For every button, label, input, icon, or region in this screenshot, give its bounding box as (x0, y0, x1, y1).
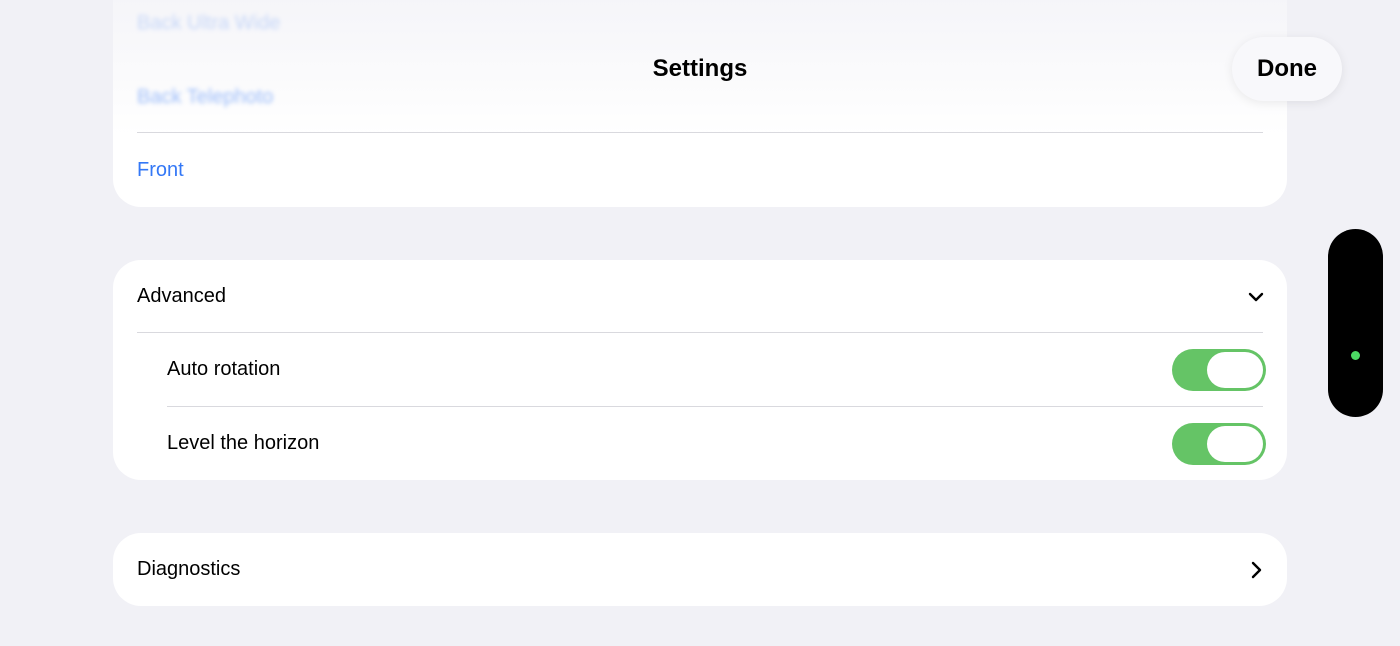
auto-rotation-toggle[interactable] (1172, 349, 1266, 391)
toggle-knob (1207, 426, 1263, 462)
chevron-down-icon[interactable] (1245, 286, 1267, 308)
level-horizon-label: Level the horizon (167, 432, 320, 454)
level-horizon-toggle[interactable] (1172, 423, 1266, 465)
camera-option-label: Back Ultra Wide (137, 11, 281, 34)
done-button[interactable]: Done (1232, 37, 1342, 101)
diagnostics-card[interactable]: Diagnostics (113, 533, 1287, 606)
camera-option-label: Back Telephoto (137, 85, 274, 108)
row-divider (137, 132, 1263, 133)
status-dot-icon (1351, 351, 1360, 360)
advanced-card: Advanced Auto rotation Level the horizon (113, 260, 1287, 480)
camera-option-label: Front (137, 158, 184, 181)
auto-rotation-row: Auto rotation (167, 333, 1263, 406)
diagnostics-row[interactable]: Diagnostics (137, 533, 1263, 606)
level-horizon-row: Level the horizon (167, 407, 1263, 480)
advanced-section-header[interactable]: Advanced (137, 260, 1263, 332)
camera-option-front[interactable]: Front (137, 145, 1263, 195)
toggle-knob (1207, 352, 1263, 388)
camera-option-back-ultra-wide[interactable]: Back Ultra Wide (137, 0, 1263, 46)
auto-rotation-label: Auto rotation (167, 358, 281, 380)
side-indicator-pill (1328, 229, 1383, 417)
diagnostics-label: Diagnostics (137, 558, 241, 580)
camera-list-card: Back Ultra Wide Back Telephoto Front (113, 0, 1287, 207)
advanced-label: Advanced (137, 284, 226, 307)
page-title: Settings (652, 55, 748, 82)
chevron-right-icon (1251, 561, 1262, 579)
